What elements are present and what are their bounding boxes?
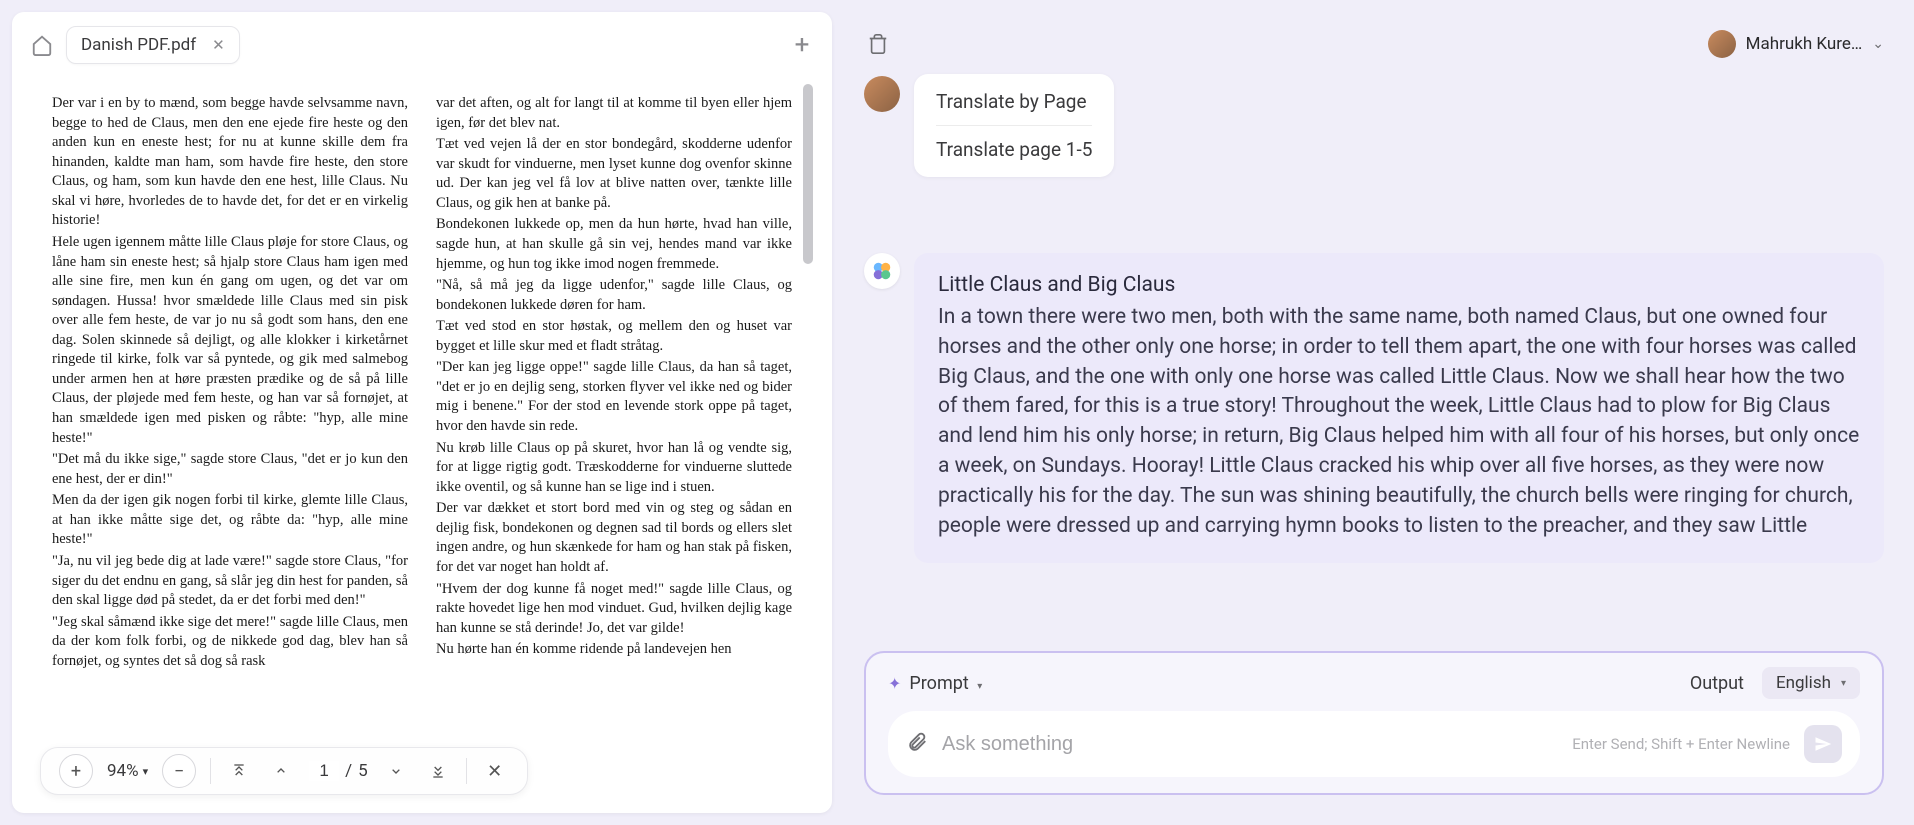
page-indicator: / 5 — [309, 761, 368, 781]
page-input[interactable] — [309, 761, 339, 781]
chevrons-down-bar-icon — [430, 763, 446, 779]
avatar — [1708, 30, 1736, 58]
close-toolbar-button[interactable]: ✕ — [481, 761, 509, 782]
paperclip-icon — [906, 731, 928, 753]
input-area: ✦ Prompt ▾ Output English ▾ Enter Send; … — [864, 651, 1884, 795]
chevrons-up-bar-icon — [231, 763, 247, 779]
send-icon — [1814, 735, 1832, 753]
pdf-toolbar: + 94% ▾ − / 5 ✕ — [40, 747, 528, 795]
user-message: Translate by Page Translate page 1-5 — [864, 74, 1884, 177]
pdf-column-right: var det aften, og alt for langt til at k… — [436, 94, 792, 673]
user-menu[interactable]: Mahrukh Kure… ⌄ — [1708, 30, 1884, 58]
chevron-down-icon: ⌄ — [1872, 36, 1884, 52]
ai-avatar — [864, 253, 900, 289]
input-row: Enter Send; Shift + Enter Newline — [888, 711, 1860, 777]
zoom-level[interactable]: 94% ▾ — [107, 761, 148, 781]
ai-response-body: In a town there were two men, both with … — [938, 303, 1860, 543]
caret-down-icon: ▾ — [977, 681, 982, 692]
pdf-page: Der var i en by to mænd, som begge havde… — [28, 74, 816, 813]
ai-logo-icon — [871, 260, 893, 282]
last-page-button[interactable] — [424, 763, 452, 779]
home-button[interactable] — [28, 31, 56, 59]
divider — [466, 758, 467, 784]
first-page-button[interactable] — [225, 763, 253, 779]
prompt-selector[interactable]: Prompt ▾ — [909, 673, 982, 694]
add-tab-button[interactable]: + — [788, 31, 816, 59]
pdf-viewer[interactable]: Der var i en by to mænd, som begge havde… — [12, 74, 832, 813]
home-icon — [31, 34, 53, 56]
zoom-out-button[interactable]: − — [162, 754, 196, 788]
user-text-line2: Translate page 1-5 — [936, 126, 1092, 161]
chat-messages: Translate by Page Translate page 1-5 Lit… — [846, 66, 1902, 637]
user-text-line1: Translate by Page — [936, 90, 1092, 126]
chevron-up-icon — [273, 763, 289, 779]
tab-bar: Danish PDF.pdf ✕ + — [12, 12, 832, 74]
sparkle-icon: ✦ — [888, 674, 901, 693]
chat-panel: Mahrukh Kure… ⌄ Translate by Page Transl… — [846, 12, 1902, 813]
chevron-down-icon: ▾ — [143, 765, 149, 778]
ai-message: Little Claus and Big Claus In a town the… — [864, 253, 1884, 563]
chat-header: Mahrukh Kure… ⌄ — [846, 12, 1902, 66]
prev-page-button[interactable] — [267, 763, 295, 779]
tab-title: Danish PDF.pdf — [81, 35, 196, 55]
pdf-panel: Danish PDF.pdf ✕ + Der var i en by to mæ… — [12, 12, 832, 813]
caret-down-icon: ▾ — [1841, 678, 1846, 689]
page-total: 5 — [358, 761, 368, 781]
close-tab-icon[interactable]: ✕ — [212, 36, 225, 54]
file-tab[interactable]: Danish PDF.pdf ✕ — [66, 26, 240, 64]
chat-input[interactable] — [942, 733, 1558, 756]
user-avatar — [864, 76, 900, 112]
delete-button[interactable] — [864, 30, 892, 58]
pdf-column-left: Der var i en by to mænd, som begge havde… — [52, 94, 408, 673]
input-hint: Enter Send; Shift + Enter Newline — [1572, 735, 1790, 753]
next-page-button[interactable] — [382, 763, 410, 779]
divider — [210, 758, 211, 784]
user-name: Mahrukh Kure… — [1746, 34, 1863, 54]
ai-response-title: Little Claus and Big Claus — [938, 273, 1860, 297]
input-options: ✦ Prompt ▾ Output English ▾ — [888, 667, 1860, 699]
chevron-down-icon — [388, 763, 404, 779]
send-button[interactable] — [1804, 725, 1842, 763]
attach-button[interactable] — [906, 731, 928, 757]
zoom-in-button[interactable]: + — [59, 754, 93, 788]
user-bubble: Translate by Page Translate page 1-5 — [914, 74, 1114, 177]
trash-icon — [867, 33, 889, 55]
ai-bubble: Little Claus and Big Claus In a town the… — [914, 253, 1884, 563]
scrollbar-thumb[interactable] — [803, 84, 813, 264]
language-selector[interactable]: English ▾ — [1762, 667, 1860, 699]
output-label: Output — [1690, 673, 1744, 694]
